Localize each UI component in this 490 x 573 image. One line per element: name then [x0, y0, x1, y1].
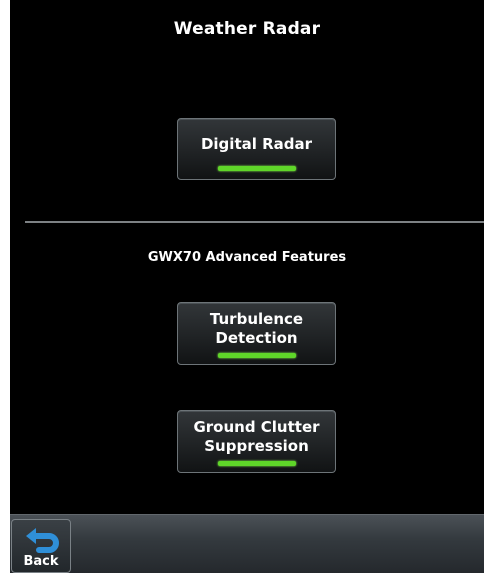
- digital-radar-status-indicator: [217, 166, 296, 171]
- ground-clutter-suppression-button[interactable]: Ground Clutter Suppression: [177, 410, 336, 473]
- back-arrow-icon: [26, 528, 59, 553]
- turbulence-detection-button[interactable]: Turbulence Detection: [177, 302, 336, 365]
- turbulence-label-line2: Detection: [215, 329, 298, 347]
- page-title: Weather Radar: [173, 19, 321, 39]
- ground-clutter-label-line2: Suppression: [204, 437, 309, 455]
- button-bar: Back: [10, 514, 484, 573]
- advanced-features-heading: GWX70 Advanced Features: [147, 250, 347, 265]
- turbulence-label-line1: Turbulence: [209, 310, 304, 328]
- back-label: Back: [23, 554, 59, 569]
- weather-radar-screen: Weather Radar Digital Radar GWX70 Advanc…: [10, 0, 484, 573]
- turbulence-detection-label: Turbulence Detection: [178, 310, 335, 348]
- section-divider: [25, 221, 484, 223]
- digital-radar-label: Digital Radar: [200, 135, 313, 153]
- ground-clutter-suppression-label: Ground Clutter Suppression: [178, 418, 335, 456]
- digital-radar-button[interactable]: Digital Radar: [177, 118, 336, 180]
- ground-clutter-label-line1: Ground Clutter: [193, 418, 320, 436]
- turbulence-detection-status-indicator: [217, 353, 296, 358]
- ground-clutter-suppression-status-indicator: [217, 461, 296, 466]
- back-button[interactable]: Back: [11, 519, 71, 573]
